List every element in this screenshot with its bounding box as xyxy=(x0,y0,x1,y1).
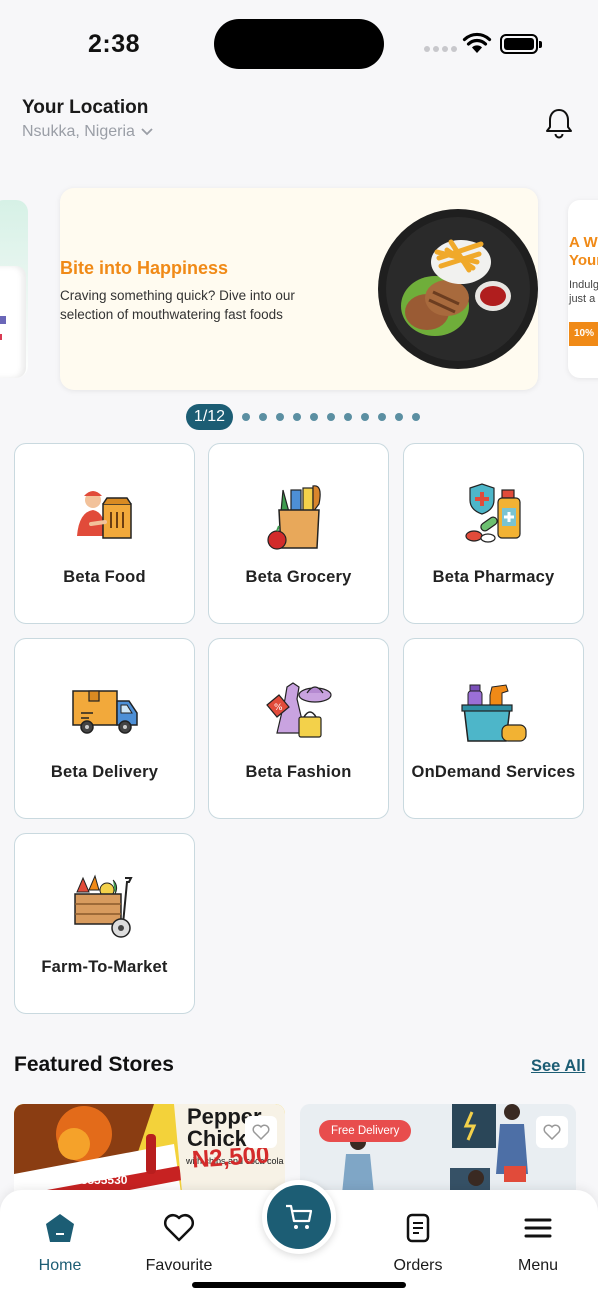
pager-dot[interactable] xyxy=(293,413,301,421)
nav-home-label: Home xyxy=(38,1257,82,1274)
banner-next-description: Indulg just a xyxy=(569,279,598,305)
pager-dot[interactable] xyxy=(344,413,352,421)
banner-description: Craving something quick? Dive into our s… xyxy=(60,288,295,322)
pharmacy-icon xyxy=(464,483,521,543)
category-beta-delivery[interactable]: Beta Delivery xyxy=(14,638,195,819)
banner-pager[interactable]: 1/12 xyxy=(186,404,420,430)
banner-next-title: A WYour xyxy=(569,234,598,269)
nav-favourite[interactable]: Favourite xyxy=(134,1212,224,1275)
cart-icon xyxy=(286,1204,313,1229)
nav-menu[interactable]: Menu xyxy=(493,1212,583,1275)
pager-dot[interactable] xyxy=(395,413,403,421)
category-label: Beta Grocery xyxy=(245,568,352,586)
category-label: OnDemand Services xyxy=(411,763,576,781)
category-label: Beta Pharmacy xyxy=(432,568,555,586)
featured-stores-title: Featured Stores xyxy=(14,1053,174,1076)
category-ondemand-services[interactable]: OnDemand Services xyxy=(403,638,584,819)
heart-icon xyxy=(543,1124,561,1140)
category-label: Beta Fashion xyxy=(245,763,352,781)
pager-dot[interactable] xyxy=(361,413,369,421)
svg-text:%: % xyxy=(274,703,283,713)
home-indicator xyxy=(192,1282,406,1288)
location-selector[interactable]: Nsukka, Nigeria xyxy=(22,123,153,141)
free-delivery-badge: Free Delivery xyxy=(319,1120,412,1142)
pager-indicator: 1/12 xyxy=(186,404,233,430)
banner-next-badge: 10% xyxy=(569,322,598,346)
notification-bell-icon[interactable] xyxy=(542,106,576,140)
heart-icon xyxy=(252,1124,270,1140)
fashion-icon: % xyxy=(265,682,332,738)
orders-icon xyxy=(406,1213,430,1243)
favourite-button[interactable] xyxy=(245,1116,277,1148)
pager-dot[interactable] xyxy=(412,413,420,421)
cellular-signal-icon xyxy=(424,46,457,52)
menu-icon xyxy=(524,1218,552,1238)
cart-button[interactable] xyxy=(262,1180,336,1254)
banner-title: Bite into Happiness xyxy=(60,258,229,278)
nav-favourite-label: Favourite xyxy=(145,1257,213,1274)
dynamic-island xyxy=(214,19,384,69)
farm-cart-icon xyxy=(73,874,133,938)
category-label: Beta Delivery xyxy=(50,763,159,781)
food-plate-image xyxy=(378,209,538,369)
nav-orders[interactable]: Orders xyxy=(373,1212,463,1275)
pager-dot[interactable] xyxy=(242,413,250,421)
category-beta-food[interactable]: Beta Food xyxy=(14,443,195,624)
category-label: Farm-To-Market xyxy=(41,958,168,976)
category-beta-grocery[interactable]: Beta Grocery xyxy=(208,443,389,624)
location-title: Your Location xyxy=(22,97,149,118)
status-time: 2:38 xyxy=(88,30,141,58)
home-icon xyxy=(46,1214,74,1242)
category-beta-pharmacy[interactable]: Beta Pharmacy xyxy=(403,443,584,624)
banner-next[interactable]: A WYour Indulgjust a 10% xyxy=(568,200,598,378)
nav-orders-label: Orders xyxy=(393,1257,443,1274)
battery-icon xyxy=(500,34,542,54)
store-phone: 08058855530 xyxy=(54,1173,128,1187)
nav-menu-label: Menu xyxy=(517,1257,559,1274)
see-all-link[interactable]: See All xyxy=(531,1057,585,1076)
location-value: Nsukka, Nigeria xyxy=(22,123,135,140)
cleaning-icon xyxy=(460,684,527,742)
pharmacy-bottle-image xyxy=(0,266,26,378)
pager-dot[interactable] xyxy=(259,413,267,421)
favourite-button[interactable] xyxy=(536,1116,568,1148)
heart-icon xyxy=(163,1213,195,1242)
status-bar: 2:38 xyxy=(0,0,598,90)
category-farm-to-market[interactable]: Farm-To-Market xyxy=(14,833,195,1014)
nav-home[interactable]: Home xyxy=(15,1212,105,1275)
pager-dot[interactable] xyxy=(327,413,335,421)
food-icon xyxy=(76,491,132,539)
banner-current[interactable]: Bite into Happiness Craving something qu… xyxy=(60,188,538,390)
pager-dot[interactable] xyxy=(378,413,386,421)
pager-dot[interactable] xyxy=(310,413,318,421)
pager-dot[interactable] xyxy=(276,413,284,421)
wifi-icon xyxy=(462,32,492,53)
banner-previous[interactable] xyxy=(0,200,28,378)
chevron-down-icon xyxy=(141,128,153,136)
category-beta-fashion[interactable]: % Beta Fashion xyxy=(208,638,389,819)
grocery-icon xyxy=(266,485,321,550)
category-label: Beta Food xyxy=(63,568,146,586)
delivery-truck-icon xyxy=(71,690,138,734)
